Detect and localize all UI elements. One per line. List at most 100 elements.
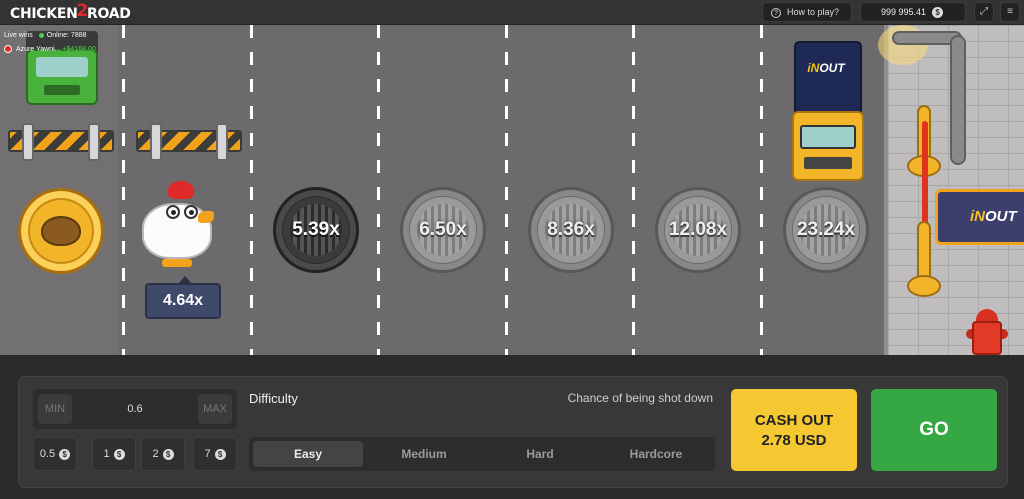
player-name: Azure Yawni... xyxy=(16,46,61,53)
barrier-post xyxy=(22,123,34,161)
chicken-eye xyxy=(166,205,180,219)
roast-chicken-icon xyxy=(41,216,81,246)
bollard-base xyxy=(907,275,941,297)
fire-hydrant xyxy=(966,309,1008,355)
truck-logo-right: OUT xyxy=(819,61,845,75)
how-to-play-button[interactable]: ? How to play? xyxy=(762,2,852,22)
road-barrier xyxy=(136,123,242,163)
online-count: Online: 7888 xyxy=(46,32,87,39)
multiplier-label: 8.36x xyxy=(547,219,595,240)
multiplier-label: 12.08x xyxy=(668,219,728,240)
online-dot-icon xyxy=(38,32,44,38)
how-to-play-label: How to play? xyxy=(787,7,840,17)
truck-logo: iNOUT xyxy=(800,61,852,77)
max-bet-button[interactable]: MAX xyxy=(198,394,232,424)
dollar-coin-icon: $ xyxy=(59,448,71,460)
logo-text-right: ROAD xyxy=(87,6,131,22)
game-logo: CHICKEN2ROAD xyxy=(10,1,131,23)
dollar-coin-icon: $ xyxy=(113,448,125,460)
barrier-post xyxy=(150,123,162,161)
logo-two: 2 xyxy=(76,1,89,21)
chicken-beak xyxy=(198,211,214,223)
manhole-multiplier: 23.24x xyxy=(783,187,869,273)
bet-chip-button[interactable]: 2 $ xyxy=(141,437,185,471)
dollar-coin-icon: $ xyxy=(932,7,944,19)
lane-divider xyxy=(377,25,380,355)
road-scene: iNOUT 4.64x 5.39x 6.50x 8.36x 12.08x 23.… xyxy=(0,25,1024,355)
sign-logo-left: iN xyxy=(970,208,985,225)
cash-out-amount: 2.78 USD xyxy=(761,432,827,449)
sign-logo-right: OUT xyxy=(985,208,1017,225)
truck-windshield xyxy=(36,57,88,77)
manhole-multiplier[interactable]: 5.39x xyxy=(273,187,359,273)
bet-chip-button[interactable]: 7 $ xyxy=(193,437,237,471)
win-amount: +$4168.00 xyxy=(62,46,96,53)
truck-cargo xyxy=(794,41,862,115)
difficulty-selector: Easy Medium Hard Hardcore xyxy=(249,437,715,471)
difficulty-label: Difficulty xyxy=(249,391,298,406)
difficulty-tab-hard[interactable]: Hard xyxy=(485,441,595,467)
lane-divider xyxy=(122,25,125,355)
hydrant-body xyxy=(972,321,1002,355)
balance-display: 999 995.41 $ xyxy=(860,2,966,22)
cash-out-button[interactable]: CASH OUT 2.78 USD xyxy=(731,389,857,471)
balance-value: 999 995.41 xyxy=(881,7,927,17)
cash-out-label: CASH OUT xyxy=(754,412,834,429)
inout-sign: iNOUT xyxy=(935,189,1024,245)
live-win-entry: Azure Yawni... +$4168.00 xyxy=(4,43,96,57)
chip-value: 0.5 xyxy=(39,448,56,460)
bollard-post xyxy=(917,221,931,281)
chip-value: 7 xyxy=(204,448,211,460)
truck-windshield xyxy=(800,125,856,149)
delivery-truck: iNOUT xyxy=(792,41,864,181)
menu-icon: ≡ xyxy=(1007,6,1013,17)
chicken-character xyxy=(140,181,222,271)
min-bet-button[interactable]: MIN xyxy=(38,394,72,424)
manhole-multiplier: 6.50x xyxy=(400,187,486,273)
logo-text-left: CHICKEN xyxy=(10,6,78,22)
difficulty-tab-medium[interactable]: Medium xyxy=(369,441,479,467)
question-icon: ? xyxy=(771,7,781,18)
live-wins-label: Live wins xyxy=(4,32,33,39)
go-button[interactable]: GO xyxy=(871,389,997,471)
dollar-coin-icon: $ xyxy=(214,448,226,460)
multiplier-label: 5.39x xyxy=(292,219,340,240)
difficulty-tab-hardcore[interactable]: Hardcore xyxy=(601,441,711,467)
multiplier-label: 6.50x xyxy=(419,219,467,240)
game-root: CHICKEN2ROAD ? How to play? 999 995.41 $ ⤢… xyxy=(0,0,1024,499)
bet-chip-button[interactable]: 0.5 $ xyxy=(33,437,77,471)
gold-coin-icon xyxy=(18,188,104,274)
fullscreen-button[interactable]: ⤢ xyxy=(974,2,994,22)
chip-value: 1 xyxy=(103,448,110,460)
truck-grill xyxy=(804,157,852,169)
manhole-multiplier: 8.36x xyxy=(528,187,614,273)
menu-button[interactable]: ≡ xyxy=(1000,2,1020,22)
chicken-feet xyxy=(162,259,192,267)
chicken-eye xyxy=(184,205,198,219)
wall-pipe-vertical xyxy=(950,35,966,165)
chip-value: 2 xyxy=(152,448,159,460)
lane-divider xyxy=(760,25,763,355)
multiplier-label: 23.24x xyxy=(796,219,856,240)
top-bar: CHICKEN2ROAD ? How to play? 999 995.41 $ ⤢… xyxy=(0,0,1024,25)
truck-logo-left: iN xyxy=(807,61,820,75)
manhole-multiplier: 12.08x xyxy=(655,187,741,273)
lane-divider xyxy=(250,25,253,355)
dollar-coin-icon: $ xyxy=(162,448,174,460)
fullscreen-icon: ⤢ xyxy=(980,6,988,17)
avatar xyxy=(4,45,12,54)
lane-divider xyxy=(505,25,508,355)
live-wins-feed: Live wins Online: 7888 Azure Yawni... +$4… xyxy=(4,29,96,57)
control-panel: MIN 0.6 MAX 0.5 $ 1 $ 2 $ 7 $ Difficulty Cha… xyxy=(18,376,1008,488)
bet-chip-button[interactable]: 1 $ xyxy=(92,437,136,471)
bet-amount-field[interactable]: MIN 0.6 MAX xyxy=(33,389,237,429)
live-wins-header: Live wins Online: 7888 xyxy=(4,29,96,43)
bet-value[interactable]: 0.6 xyxy=(83,389,187,429)
barrier-post xyxy=(88,123,100,161)
chance-label: Chance of being shot down xyxy=(567,391,713,405)
chicken-comb xyxy=(168,181,194,199)
barrier-post xyxy=(216,123,228,161)
difficulty-tab-easy[interactable]: Easy xyxy=(253,441,363,467)
truck-grill xyxy=(44,85,80,95)
road-barrier xyxy=(8,123,114,163)
